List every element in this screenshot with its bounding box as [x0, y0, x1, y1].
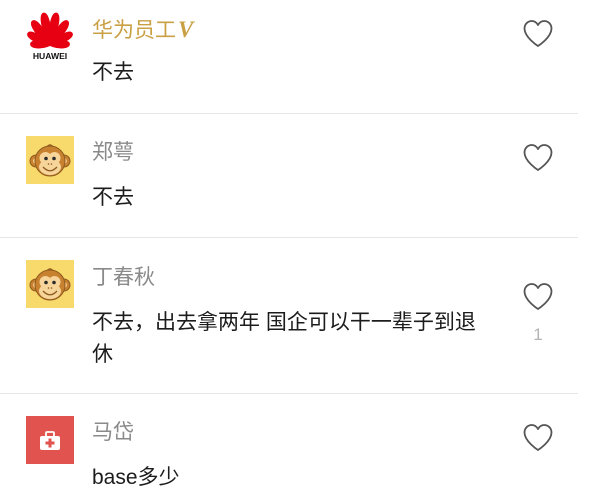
- heart-icon: [523, 283, 553, 310]
- first-aid-kit-icon: [26, 416, 74, 464]
- like-count: 1: [533, 325, 543, 344]
- comment-list: HUAWEI 华为员工V 不去 郑萼 不去 丁春秋 不去，出去拿两年 国企可以干…: [0, 0, 592, 492]
- like-button[interactable]: [522, 143, 554, 172]
- commenter-name[interactable]: 郑萼: [92, 141, 134, 165]
- verified-badge: V: [178, 17, 194, 42]
- heart-icon: [523, 20, 553, 47]
- avatar[interactable]: HUAWEI: [24, 8, 76, 62]
- avatar[interactable]: [26, 416, 74, 464]
- commenter-name[interactable]: 马岱: [92, 421, 134, 445]
- avatar[interactable]: [26, 260, 74, 308]
- monkey-icon: [26, 136, 74, 184]
- comment-text: 不去，出去拿两年 国企可以干一辈子到退休: [92, 311, 476, 366]
- comment-text: 不去: [92, 61, 134, 84]
- commenter-name-text: 华为员工: [92, 19, 176, 42]
- monkey-icon: [26, 260, 74, 308]
- like-button[interactable]: [522, 282, 554, 311]
- like-button[interactable]: [522, 19, 554, 48]
- commenter-name[interactable]: 华为员工V: [92, 18, 193, 43]
- comment-item: 马岱 base多少: [0, 394, 592, 492]
- heart-icon: [523, 144, 553, 171]
- comment-text: 不去: [92, 186, 134, 209]
- like-button[interactable]: [522, 423, 554, 452]
- comment-item: 丁春秋 不去，出去拿两年 国企可以干一辈子到退休 1: [0, 238, 592, 393]
- heart-icon: [523, 424, 553, 451]
- avatar[interactable]: [26, 136, 74, 184]
- huawei-logo: HUAWEI: [27, 12, 73, 61]
- svg-text:HUAWEI: HUAWEI: [33, 51, 67, 61]
- comment-text: base多少: [92, 466, 180, 489]
- commenter-name[interactable]: 丁春秋: [92, 266, 155, 290]
- comment-item: HUAWEI 华为员工V 不去: [0, 0, 592, 113]
- comment-item: 郑萼 不去: [0, 114, 592, 237]
